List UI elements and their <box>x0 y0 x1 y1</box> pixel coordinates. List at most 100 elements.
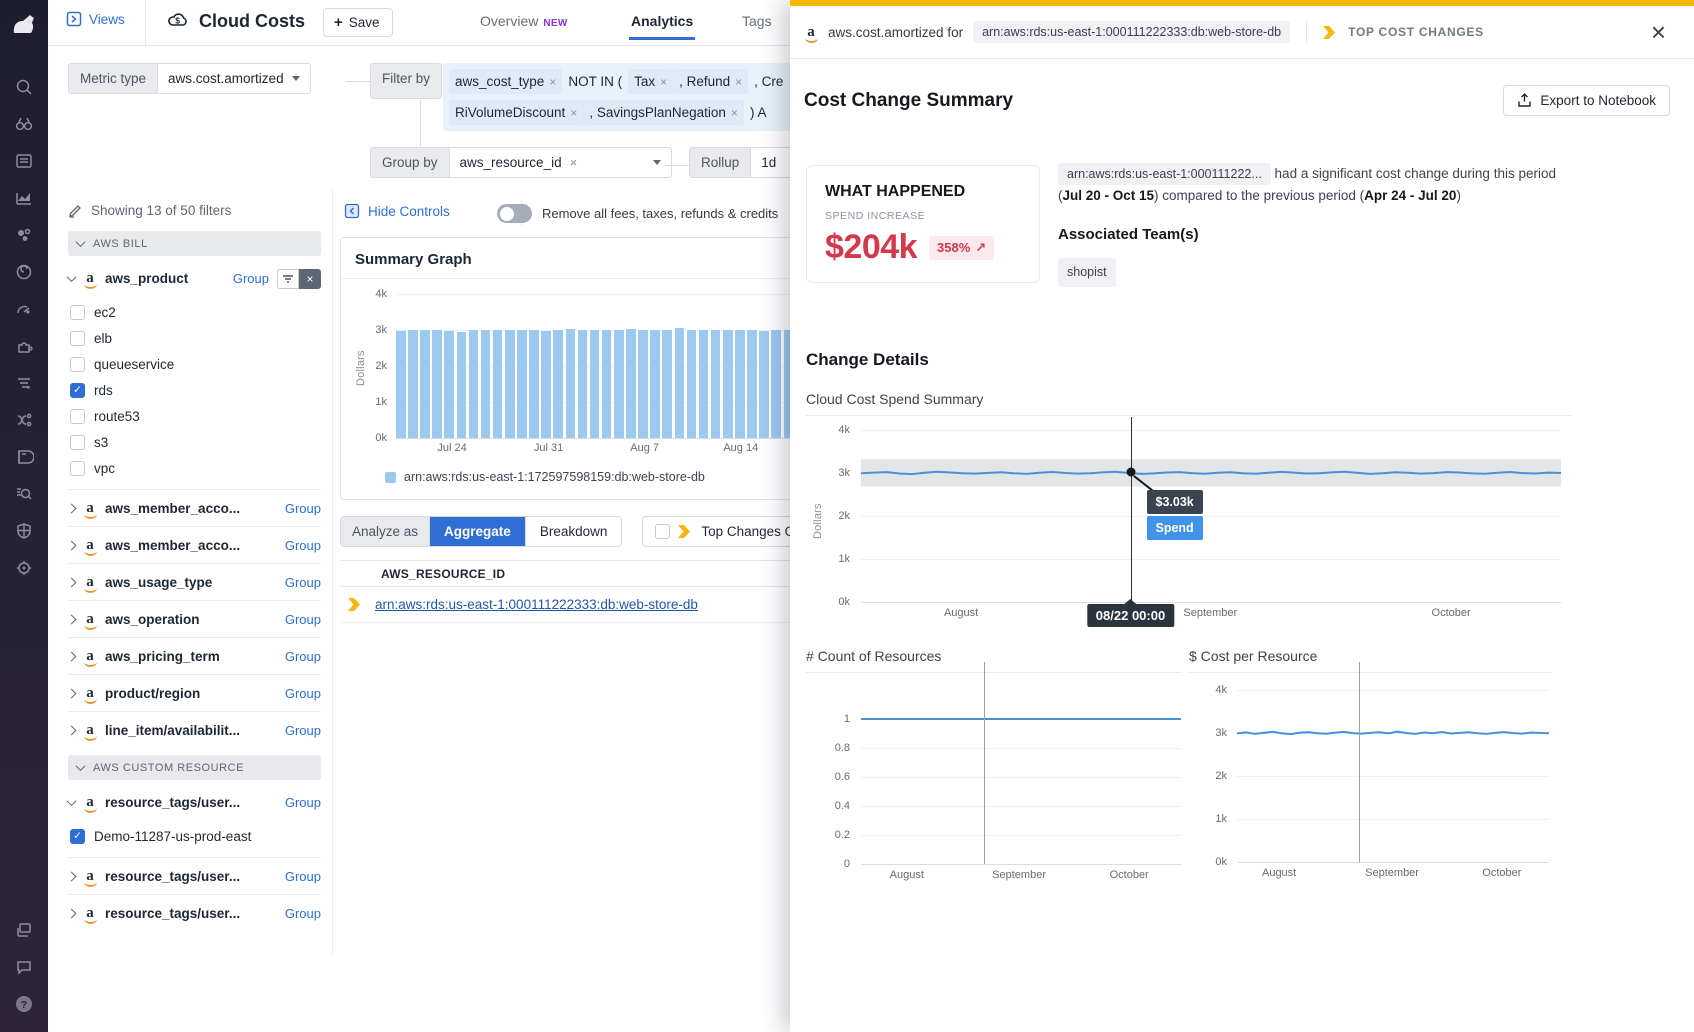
bar[interactable] <box>614 330 624 438</box>
facet-group-button[interactable]: Group <box>285 538 321 553</box>
help-icon[interactable]: ? <box>0 985 48 1022</box>
bar[interactable] <box>590 330 600 438</box>
bar[interactable] <box>759 331 769 438</box>
analyze-aggregate-button[interactable]: Aggregate <box>430 517 525 546</box>
notebooks-icon[interactable] <box>0 438 48 475</box>
checkbox[interactable] <box>70 331 85 346</box>
facet-group-button[interactable]: Group <box>285 869 321 884</box>
facet-clear-button[interactable] <box>299 269 321 289</box>
fees-toggle[interactable] <box>497 204 532 223</box>
bar[interactable] <box>505 330 515 438</box>
facet-row[interactable]: aaws_pricing_termGroup <box>68 637 321 674</box>
metric-type-select[interactable]: aws.cost.amortized <box>158 63 311 94</box>
checkbox[interactable] <box>70 305 85 320</box>
facet-group-button[interactable]: Group <box>285 906 321 921</box>
facet-group-button[interactable]: Group <box>285 686 321 701</box>
security-icon[interactable] <box>0 512 48 549</box>
integrations-icon[interactable] <box>0 327 48 364</box>
remove-token-icon[interactable] <box>570 106 577 120</box>
filter-section-header[interactable]: AWS CUSTOM RESOURCE <box>68 755 321 780</box>
remove-group-icon[interactable] <box>570 155 578 170</box>
bar[interactable] <box>481 330 491 438</box>
checkbox[interactable] <box>70 461 85 476</box>
synthetics-icon[interactable] <box>0 549 48 586</box>
workspaces-icon[interactable] <box>0 911 48 948</box>
datadog-logo[interactable] <box>8 8 40 40</box>
bar[interactable] <box>699 330 709 438</box>
bar[interactable] <box>735 330 745 438</box>
facet-group-button[interactable]: Group <box>285 612 321 627</box>
bar[interactable] <box>420 330 430 438</box>
bar[interactable] <box>747 330 757 438</box>
tab-overview[interactable]: OverviewNEW <box>480 13 568 29</box>
group-by-control[interactable]: Group by aws_resource_id <box>370 147 672 178</box>
bar[interactable] <box>469 330 479 438</box>
facet-group-button[interactable]: Group <box>285 795 321 810</box>
save-button[interactable]: Save <box>323 8 393 37</box>
bar[interactable] <box>517 330 527 438</box>
bar[interactable] <box>408 330 418 438</box>
filter-token[interactable]: Tax <box>628 69 673 94</box>
facet-option[interactable]: ec2 <box>68 299 321 325</box>
checkbox[interactable] <box>70 435 85 450</box>
table-column-header[interactable]: AWS_RESOURCE_ID <box>340 560 790 587</box>
checkbox[interactable] <box>70 409 85 424</box>
checkbox[interactable] <box>655 524 670 539</box>
bar[interactable] <box>529 330 539 438</box>
checkbox[interactable] <box>70 357 85 372</box>
infrastructure-icon[interactable] <box>0 216 48 253</box>
bar[interactable] <box>493 330 503 438</box>
filter-token[interactable]: aws_cost_type <box>449 69 562 94</box>
resource-pill-short[interactable]: arn:aws:rds:us-east-1:000111222... <box>1058 163 1271 185</box>
checkbox[interactable] <box>70 383 85 398</box>
bar[interactable] <box>626 329 636 438</box>
apm-icon[interactable] <box>0 253 48 290</box>
remove-token-icon[interactable] <box>735 75 742 89</box>
filter-token[interactable]: , SavingsPlanNegation <box>583 100 744 125</box>
checkbox[interactable] <box>70 829 85 844</box>
bar[interactable] <box>566 329 576 438</box>
chart-legend[interactable]: arn:aws:rds:us-east-1:172597598159:db:we… <box>385 470 705 484</box>
facet-group-button[interactable]: Group <box>233 271 269 286</box>
remove-token-icon[interactable] <box>731 106 738 120</box>
bar[interactable] <box>444 331 454 438</box>
bar[interactable] <box>711 330 721 438</box>
facet-row[interactable]: aresource_tags/user...Group <box>68 894 321 931</box>
remove-token-icon[interactable] <box>549 75 556 89</box>
bar[interactable] <box>553 330 563 438</box>
filter-token[interactable]: , Refund <box>673 69 748 94</box>
close-icon[interactable] <box>1651 19 1666 45</box>
filter-tokens[interactable]: aws_cost_typeNOT IN (Tax, Refund, CreRiV… <box>443 63 843 131</box>
bar[interactable] <box>687 330 697 438</box>
hide-controls-button[interactable]: Hide Controls <box>344 203 450 219</box>
bar[interactable] <box>771 330 781 438</box>
table-row[interactable]: arn:aws:rds:us-east-1:000111222333:db:we… <box>340 587 790 623</box>
facet-row[interactable]: aresource_tags/user...Group <box>68 857 321 894</box>
facet-group-button[interactable]: Group <box>285 649 321 664</box>
group-by-select[interactable]: aws_resource_id <box>450 147 672 178</box>
facet-filter-button[interactable] <box>277 269 299 289</box>
bar[interactable] <box>602 330 612 438</box>
resource-link[interactable]: arn:aws:rds:us-east-1:000111222333:db:we… <box>375 597 698 612</box>
bar[interactable] <box>723 330 733 438</box>
bar[interactable] <box>457 332 467 438</box>
cost-plot[interactable] <box>1237 690 1549 862</box>
export-to-notebook-button[interactable]: Export to Notebook <box>1503 85 1670 116</box>
dashboards-icon[interactable] <box>0 142 48 179</box>
service-map-icon[interactable] <box>0 401 48 438</box>
bar[interactable] <box>675 328 685 438</box>
bar[interactable] <box>432 330 442 438</box>
facet-row[interactable]: aaws_operationGroup <box>68 600 321 637</box>
facet-option[interactable]: s3 <box>68 429 321 455</box>
facet-row[interactable]: aaws_member_acco...Group <box>68 526 321 563</box>
bar[interactable] <box>638 330 648 438</box>
summary-plot[interactable] <box>396 294 805 438</box>
tab-analytics[interactable]: Analytics <box>631 13 693 29</box>
facet-option[interactable]: route53 <box>68 403 321 429</box>
facet-row[interactable]: aaws_usage_typeGroup <box>68 563 321 600</box>
tab-tags[interactable]: Tags <box>742 13 772 29</box>
bar[interactable] <box>578 330 588 438</box>
monitors-icon[interactable] <box>0 290 48 327</box>
metric-type-control[interactable]: Metric type aws.cost.amortized <box>68 63 311 94</box>
bar[interactable] <box>662 330 672 438</box>
